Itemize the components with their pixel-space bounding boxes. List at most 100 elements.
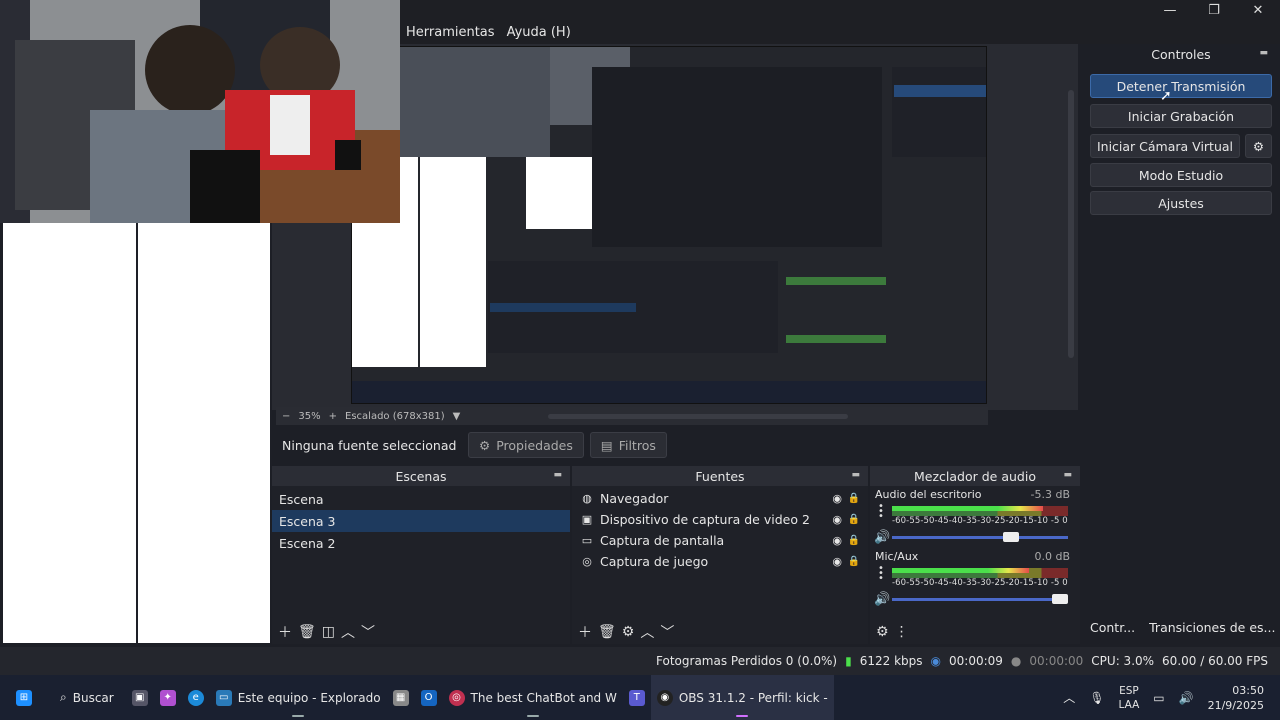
eye-icon[interactable]: ◉ <box>832 492 842 505</box>
preview-vertical-scrollbar[interactable] <box>1068 90 1074 358</box>
speaker-icon[interactable]: 🔊 <box>874 592 890 607</box>
source-label: Captura de juego <box>600 554 709 569</box>
copilot-button[interactable]: ✦ <box>154 675 182 720</box>
eye-icon[interactable]: ◉ <box>832 534 842 547</box>
kebab-icon[interactable]: • • • <box>878 502 884 522</box>
chevron-up-icon[interactable]: ︿ <box>341 622 355 642</box>
obs-task[interactable]: ◉ OBS 31.1.2 - Perfil: kick - <box>650 675 834 720</box>
scene-label: Escena <box>279 491 324 507</box>
language-indicator[interactable]: ESP LAA <box>1119 684 1140 712</box>
speaker-icon[interactable]: 🔊 <box>1179 691 1194 705</box>
scene-item[interactable]: Escena <box>272 488 570 510</box>
dock-menu-icon[interactable]: ▬ <box>1063 470 1072 480</box>
zoom-in-button[interactable]: + <box>329 411 337 422</box>
source-label: Dispositivo de captura de video 2 <box>600 512 810 527</box>
trash-icon[interactable]: 🗑 <box>298 624 316 640</box>
trash-icon[interactable]: 🗑 <box>598 624 616 640</box>
chevron-down-icon[interactable]: ﹀ <box>361 622 375 642</box>
source-item[interactable]: ◎ Captura de juego ◉ 🔒 <box>572 551 868 572</box>
start-button[interactable]: ⊞ <box>0 675 48 720</box>
chevron-down-icon[interactable]: ▼ <box>453 411 461 422</box>
menu-help[interactable]: Ayuda (H) <box>501 25 577 40</box>
dock-menu-icon[interactable]: ▬ <box>553 470 562 480</box>
add-icon[interactable]: ＋ <box>278 622 292 642</box>
minimize-button[interactable]: — <box>1148 0 1192 20</box>
kebab-icon[interactable]: • • • <box>878 564 884 584</box>
scene-item[interactable]: Escena 2 <box>272 532 570 554</box>
settings-button[interactable]: Ajustes <box>1090 191 1272 215</box>
stop-stream-button[interactable]: Detener Transmisión <box>1090 74 1272 98</box>
source-item[interactable]: ◍ Navegador ◉ 🔒 <box>572 488 868 509</box>
chevron-down-icon[interactable]: ﹀ <box>660 622 674 642</box>
scenes-title: Escenas <box>395 468 447 484</box>
kebab-icon[interactable]: ⋮ <box>895 624 909 640</box>
properties-button[interactable]: ⚙ Propiedades <box>468 432 584 458</box>
chatbot-task[interactable]: ◎ The best ChatBot and W <box>443 675 623 720</box>
chevron-up-icon[interactable]: ︿ <box>640 622 654 642</box>
stop-stream-label: Detener Transmisión <box>1116 78 1246 94</box>
clock[interactable]: 03:50 21/9/2025 <box>1208 683 1264 713</box>
scene-item[interactable]: Escena 3 <box>272 510 570 532</box>
studio-mode-button[interactable]: Modo Estudio <box>1090 163 1272 187</box>
eye-icon[interactable]: ◉ <box>832 555 842 568</box>
globe-icon: ◍ <box>582 492 592 505</box>
tab-transitions[interactable]: Transiciones de es... <box>1149 620 1275 635</box>
obs-label: OBS 31.1.2 - Perfil: kick - <box>678 690 828 705</box>
outlook-button[interactable]: O <box>415 675 443 720</box>
fps: 60.00 / 60.00 FPS <box>1162 654 1268 668</box>
network-icon[interactable]: ▭ <box>1153 691 1164 705</box>
volume-knob[interactable] <box>1002 532 1019 542</box>
tab-controls[interactable]: Contr... <box>1090 620 1135 635</box>
filters-button[interactable]: ▤ Filtros <box>589 432 667 458</box>
gear-icon[interactable]: ⚙ <box>622 624 635 640</box>
controls-header: Controles ▬ <box>1086 44 1276 64</box>
mixer-channel: Audio del escritorio -5.3 dB • • • -60-55-… <box>870 486 1080 548</box>
stream-time: 00:00:09 <box>949 654 1003 668</box>
virtual-cam-settings-button[interactable]: ⚙ <box>1245 134 1272 158</box>
signal-bars-icon: ▮ <box>845 654 852 668</box>
preview-horizontal-scrollbar[interactable] <box>548 413 849 419</box>
gear-icon[interactable]: ⚙ <box>876 624 889 640</box>
bottom-dock-tabs: Contr... Transiciones de es... <box>1090 620 1275 635</box>
taskbar: ⊞ ⌕ Buscar ▣ ✦ e ▭ Este equipo - Explora… <box>0 675 1280 720</box>
menu-tools[interactable]: Herramientas <box>400 25 501 40</box>
lock-icon[interactable]: 🔒 <box>848 493 860 504</box>
edge-button[interactable]: e <box>182 675 210 720</box>
dock-menu-icon[interactable]: ▬ <box>1259 48 1268 58</box>
mixer-title: Mezclador de audio <box>914 468 1036 484</box>
teams-button[interactable]: T <box>623 675 651 720</box>
start-recording-button[interactable]: Iniciar Grabación <box>1090 104 1272 128</box>
close-button[interactable]: ✕ <box>1236 0 1280 20</box>
eye-icon[interactable]: ◉ <box>832 513 842 526</box>
maximize-button[interactable]: ❐ <box>1192 0 1236 20</box>
chevron-up-icon[interactable]: ︿ <box>1063 689 1075 706</box>
preview-canvas[interactable] <box>351 46 987 404</box>
controls-title: Controles <box>1151 46 1211 62</box>
camera-icon: ▣ <box>581 513 593 526</box>
lock-icon[interactable]: 🔒 <box>848 556 860 567</box>
volume-slider[interactable] <box>892 594 1068 604</box>
task-view-button[interactable]: ▣ <box>126 675 154 720</box>
cursor-icon: ➚ <box>1160 88 1172 104</box>
scenes-header: Escenas ▬ <box>272 466 570 486</box>
source-item[interactable]: ▭ Captura de pantalla ◉ 🔒 <box>572 530 868 551</box>
source-item[interactable]: ▣ Dispositivo de captura de video 2 ◉ 🔒 <box>572 509 868 530</box>
lock-icon[interactable]: 🔒 <box>848 514 860 525</box>
volume-meter <box>892 506 1068 516</box>
speaker-icon[interactable]: 🔊 <box>874 530 890 545</box>
zoom-out-button[interactable]: − <box>282 411 290 422</box>
microphone-icon[interactable]: 🎙 <box>1089 691 1104 705</box>
explorer-task[interactable]: ▭ Este equipo - Explorado <box>210 675 387 720</box>
volume-knob[interactable] <box>1052 594 1068 604</box>
language-top: ESP <box>1119 684 1139 697</box>
calendar-button[interactable]: ▦ <box>387 675 415 720</box>
meter-ticks: -60-55-50-45-40-35-30-25-20-15-10 -5 0 <box>892 578 1068 588</box>
filter-icon[interactable]: ◫ <box>322 624 335 640</box>
volume-slider[interactable] <box>892 532 1068 542</box>
task-view-icon: ▣ <box>131 689 148 706</box>
add-icon[interactable]: ＋ <box>578 622 592 642</box>
lock-icon[interactable]: 🔒 <box>848 535 860 546</box>
start-virtual-cam-button[interactable]: Iniciar Cámara Virtual <box>1090 134 1240 158</box>
dock-menu-icon[interactable]: ▬ <box>851 470 860 480</box>
search-button[interactable]: ⌕ Buscar <box>48 675 126 720</box>
